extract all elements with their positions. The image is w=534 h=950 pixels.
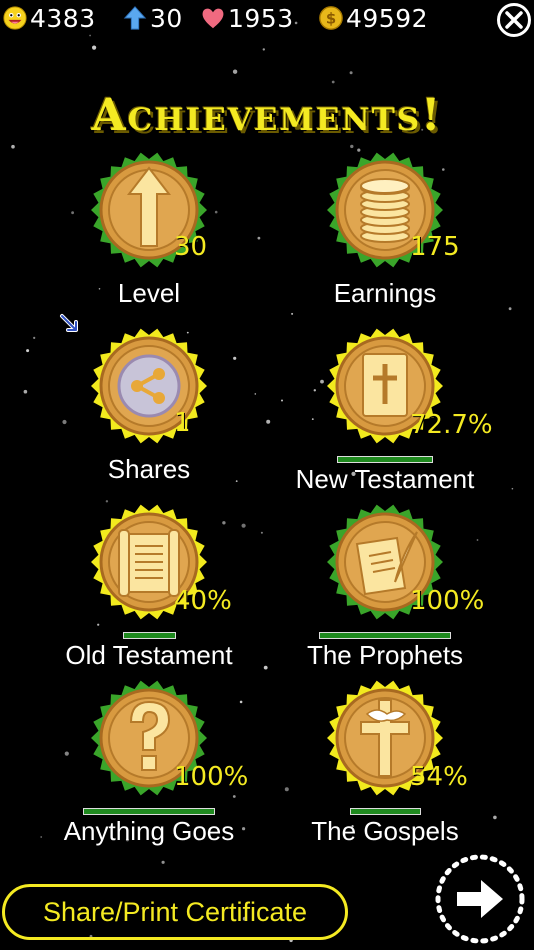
level-stat: 30 [122,3,183,33]
achievement-progress-bar [122,632,176,639]
achievement-value: 40% [174,586,232,616]
svg-text:$: $ [326,10,336,28]
achievement-label: New Testament [295,464,475,494]
pointer-arrow-icon [60,314,78,332]
close-button[interactable] [497,3,531,37]
achievement-new-testament[interactable]: 72.7% New Testament [270,326,500,496]
close-icon [505,11,523,29]
smiles-count: 4383 [30,3,96,33]
share-icon [91,328,207,444]
achievement-value: 100% [410,586,485,616]
page-title: Achievements! [91,90,443,141]
achievement-progress-bar [349,808,421,815]
achievement-earnings[interactable]: 175 Earnings [270,150,500,320]
achievement-label: Anything Goes [63,816,235,846]
next-button[interactable] [433,852,527,946]
achievement-label: Level [117,278,181,308]
smiley-face-icon [3,6,27,30]
achievement-value: 175 [410,232,460,262]
achievement-label: Shares [107,454,191,484]
heart-icon [202,8,224,29]
achievement-label: Old Testament [65,640,233,670]
achievement-shares[interactable]: 1 Shares [34,326,264,496]
achievement-value: 100% [174,762,249,792]
share-print-certificate-button[interactable]: Share/Print Certificate [2,884,348,940]
achievement-value: 1 [174,408,191,438]
achievement-level[interactable]: 30 Level [34,150,264,320]
smiles-stat: 4383 [2,3,96,33]
stats-bar: 4383 30 1953 $ 49592 [0,0,534,40]
achievement-old-testament[interactable]: 40% Old Testament [34,502,264,672]
achievement-label: Earnings [333,278,437,308]
achievement-value: 54% [410,762,468,792]
level-count: 30 [150,3,183,33]
achievement-the-gospels[interactable]: 54% The Gospels [270,678,500,848]
arrow-right-icon [457,880,503,918]
achievement-progress-bar [83,808,215,815]
achievement-label: The Gospels [311,816,459,846]
coins-stat: $ 49592 [318,3,428,33]
achievement-label: The Prophets [306,640,464,670]
achievement-progress-bar [337,456,433,463]
hearts-stat: 1953 [200,3,294,33]
achievement-progress-bar [319,632,451,639]
up-arrow-icon [123,6,147,30]
achievement-anything-goes[interactable]: 100% Anything Goes [34,678,264,848]
hearts-count: 1953 [228,3,294,33]
achievement-value: 30 [174,232,208,262]
achievement-the-prophets[interactable]: 100% The Prophets [270,502,500,672]
coin-icon: $ [319,6,343,30]
coins-count: 49592 [346,3,429,33]
achievement-value: 72.7% [410,410,493,440]
